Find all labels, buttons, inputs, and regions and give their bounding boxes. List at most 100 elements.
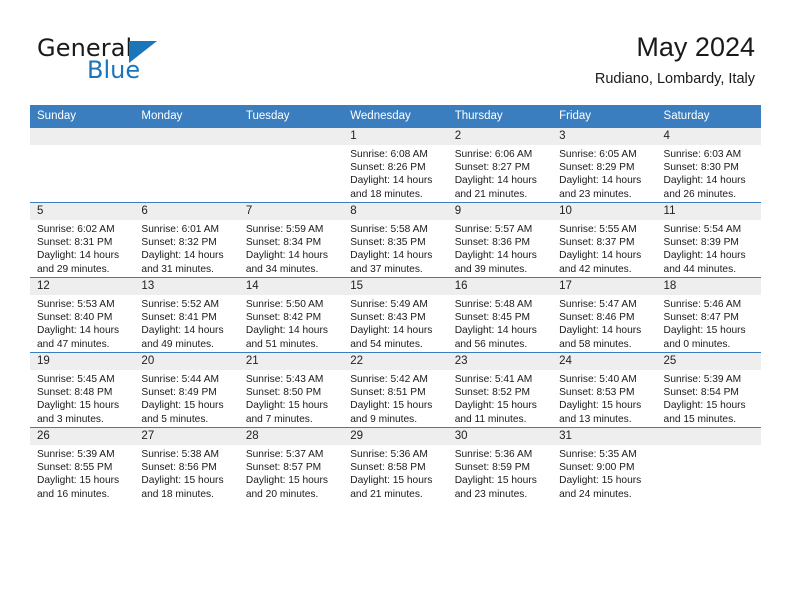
day-details: Sunrise: 5:48 AM Sunset: 8:45 PM Daylight:… [448,295,552,351]
day-cell-inner [656,428,761,502]
day-number: 12 [30,278,135,295]
day-details: Sunrise: 5:39 AM Sunset: 8:55 PM Daylight:… [30,445,134,501]
day-detail-line: Daylight: 14 hours [559,325,642,337]
day-detail-line: Daylight: 15 hours [454,475,537,487]
day-details: Sunrise: 5:42 AM Sunset: 8:51 PM Daylight:… [343,370,447,426]
day-detail-line: Sunrise: 5:48 AM [454,299,533,310]
day-detail-line: and 24 minutes. [559,488,632,500]
day-detail-line: Daylight: 14 hours [37,250,120,262]
calendar-day-cell[interactable]: 9 Sunrise: 5:57 AM Sunset: 8:36 PM Daylight… [447,202,553,278]
day-detail-line: Sunset: 8:34 PM [245,237,322,249]
day-detail-line: Sunset: 8:27 PM [454,162,531,174]
day-number [134,128,239,145]
day-cell-inner [238,128,344,202]
calendar-week-row: 12 Sunrise: 5:53 AM Sunset: 8:40 PM Dayligh… [30,277,761,353]
day-detail-line: and 13 minutes. [559,413,632,425]
day-cell-inner: 5 Sunrise: 6:02 AM Sunset: 8:31 PM Daylight… [30,203,135,277]
calendar-day-cell[interactable]: 5 Sunrise: 6:02 AM Sunset: 8:31 PM Daylight… [30,202,135,278]
day-details: Sunrise: 5:36 AM Sunset: 8:59 PM Daylight:… [448,445,552,501]
calendar-week-row: 26 Sunrise: 5:39 AM Sunset: 8:55 PM Dayligh… [30,427,761,502]
calendar-day-cell[interactable]: 31 Sunrise: 5:35 AM Sunset: 9:00 PM Dayligh… [552,427,657,502]
day-detail-line: and 44 minutes. [663,263,737,275]
calendar-day-cell[interactable]: 8 Sunrise: 5:58 AM Sunset: 8:35 PM Daylight… [343,202,448,278]
day-detail-line: Daylight: 14 hours [663,250,746,262]
day-detail-line: Sunset: 8:31 PM [37,237,113,249]
calendar-day-cell[interactable]: 19 Sunrise: 5:45 AM Sunset: 8:48 PM Dayligh… [30,352,135,428]
day-detail-line: Daylight: 15 hours [350,475,433,487]
calendar-day-cell[interactable]: 21 Sunrise: 5:43 AM Sunset: 8:50 PM Dayligh… [238,352,344,428]
day-number: 24 [552,353,657,370]
calendar-day-cell[interactable]: 27 Sunrise: 5:38 AM Sunset: 8:56 PM Dayligh… [134,427,239,502]
day-detail-line: Sunset: 8:55 PM [37,462,113,474]
day-detail-line: Sunset: 8:42 PM [245,312,322,324]
day-number [656,428,761,445]
calendar-day-cell[interactable]: 16 Sunrise: 5:48 AM Sunset: 8:45 PM Dayligh… [447,277,553,353]
day-detail-line: Sunset: 8:52 PM [454,387,531,399]
calendar-day-cell[interactable]: 25 Sunrise: 5:39 AM Sunset: 8:54 PM Dayligh… [656,352,761,428]
calendar-day-cell[interactable]: 13 Sunrise: 5:52 AM Sunset: 8:41 PM Dayligh… [134,277,239,353]
calendar-day-cell[interactable]: 11 Sunrise: 5:54 AM Sunset: 8:39 PM Dayligh… [656,202,761,278]
day-detail-line: and 15 minutes. [663,413,737,425]
day-number: 4 [656,128,761,145]
day-detail-line: Sunset: 8:26 PM [350,162,426,174]
day-detail-line: Sunset: 8:35 PM [350,237,426,249]
calendar-day-cell[interactable]: 7 Sunrise: 5:59 AM Sunset: 8:34 PM Daylight… [238,202,344,278]
calendar-day-cell[interactable]: 26 Sunrise: 5:39 AM Sunset: 8:55 PM Dayligh… [30,427,135,502]
calendar-header-row: Sunday Monday Tuesday Wednesday Thursday Frid… [30,105,761,128]
day-detail-line: Sunrise: 5:44 AM [141,374,220,385]
day-details: Sunrise: 5:52 AM Sunset: 8:41 PM Daylight:… [134,295,238,351]
calendar-day-cell[interactable]: 1 Sunrise: 6:08 AM Sunset: 8:26 PM Daylight… [343,127,448,203]
day-detail-line: Sunrise: 6:01 AM [141,224,220,235]
day-details [134,145,238,148]
day-detail-line: Daylight: 14 hours [454,250,537,262]
day-detail-line: and 21 minutes. [350,488,423,500]
day-number: 31 [552,428,657,445]
day-details: Sunrise: 5:37 AM Sunset: 8:57 PM Daylight:… [239,445,343,501]
weekday-header-thursday: Thursday [447,105,553,128]
day-cell-inner: 3 Sunrise: 6:05 AM Sunset: 8:29 PM Daylight… [552,128,657,202]
calendar-day-cell[interactable]: 14 Sunrise: 5:50 AM Sunset: 8:42 PM Dayligh… [238,277,344,353]
calendar-day-cell[interactable]: 12 Sunrise: 5:53 AM Sunset: 8:40 PM Dayligh… [30,277,135,353]
general-blue-logo[interactable]: General Blue [37,36,237,88]
calendar-day-cell[interactable]: 4 Sunrise: 6:03 AM Sunset: 8:30 PM Daylight… [656,127,761,203]
day-cell-inner: 11 Sunrise: 5:54 AM Sunset: 8:39 PM Dayligh… [656,203,761,277]
day-cell-inner: 24 Sunrise: 5:40 AM Sunset: 8:53 PM Dayligh… [552,353,657,427]
calendar-day-cell-empty [30,127,135,203]
day-detail-line: Daylight: 15 hours [245,475,328,487]
calendar-day-cell[interactable]: 23 Sunrise: 5:41 AM Sunset: 8:52 PM Dayligh… [447,352,553,428]
calendar-day-cell[interactable]: 18 Sunrise: 5:46 AM Sunset: 8:47 PM Dayligh… [656,277,761,353]
logo-text-blue: Blue [87,56,141,84]
day-details: Sunrise: 5:54 AM Sunset: 8:39 PM Daylight:… [657,220,761,276]
calendar-day-cell[interactable]: 28 Sunrise: 5:37 AM Sunset: 8:57 PM Dayligh… [238,427,344,502]
calendar-day-cell[interactable]: 22 Sunrise: 5:42 AM Sunset: 8:51 PM Dayligh… [343,352,448,428]
day-detail-line: Sunrise: 5:41 AM [454,374,533,385]
calendar-day-cell[interactable]: 20 Sunrise: 5:44 AM Sunset: 8:49 PM Dayligh… [134,352,239,428]
calendar-day-cell[interactable]: 3 Sunrise: 6:05 AM Sunset: 8:29 PM Daylight… [552,127,657,203]
day-detail-line: Sunrise: 5:45 AM [37,374,115,385]
day-detail-line: and 51 minutes. [245,338,319,350]
page-title: May 2024 [636,32,755,62]
calendar-table: Sunday Monday Tuesday Wednesday Thursday Frid… [30,105,761,502]
weekday-header-tuesday: Tuesday [238,105,344,128]
day-details: Sunrise: 5:55 AM Sunset: 8:37 PM Daylight:… [552,220,656,276]
day-detail-line: Sunrise: 5:58 AM [350,224,428,235]
day-cell-inner: 16 Sunrise: 5:48 AM Sunset: 8:45 PM Dayligh… [447,278,553,352]
day-number: 14 [238,278,344,295]
calendar-day-cell[interactable]: 2 Sunrise: 6:06 AM Sunset: 8:27 PM Daylight… [447,127,553,203]
calendar-day-cell-empty [238,127,344,203]
calendar-day-cell[interactable]: 30 Sunrise: 5:36 AM Sunset: 8:59 PM Dayligh… [447,427,553,502]
calendar-day-cell[interactable]: 15 Sunrise: 5:49 AM Sunset: 8:43 PM Dayligh… [343,277,448,353]
calendar-day-cell[interactable]: 10 Sunrise: 5:55 AM Sunset: 8:37 PM Dayligh… [552,202,657,278]
day-detail-line: and 23 minutes. [559,188,632,200]
calendar-day-cell[interactable]: 6 Sunrise: 6:01 AM Sunset: 8:32 PM Daylight… [134,202,239,278]
day-detail-line: Sunrise: 5:47 AM [559,299,637,310]
calendar-day-cell[interactable]: 29 Sunrise: 5:36 AM Sunset: 8:58 PM Dayligh… [343,427,448,502]
day-number: 26 [30,428,135,445]
weekday-header-friday: Friday [552,105,657,128]
day-cell-inner: 9 Sunrise: 5:57 AM Sunset: 8:36 PM Daylight… [447,203,553,277]
day-detail-line: Sunrise: 5:42 AM [350,374,428,385]
weekday-header-row: Sunday Monday Tuesday Wednesday Thursday Frid… [30,105,761,128]
calendar-day-cell[interactable]: 24 Sunrise: 5:40 AM Sunset: 8:53 PM Dayligh… [552,352,657,428]
calendar-day-cell[interactable]: 17 Sunrise: 5:47 AM Sunset: 8:46 PM Dayligh… [552,277,657,353]
day-cell-inner: 1 Sunrise: 6:08 AM Sunset: 8:26 PM Daylight… [343,128,448,202]
